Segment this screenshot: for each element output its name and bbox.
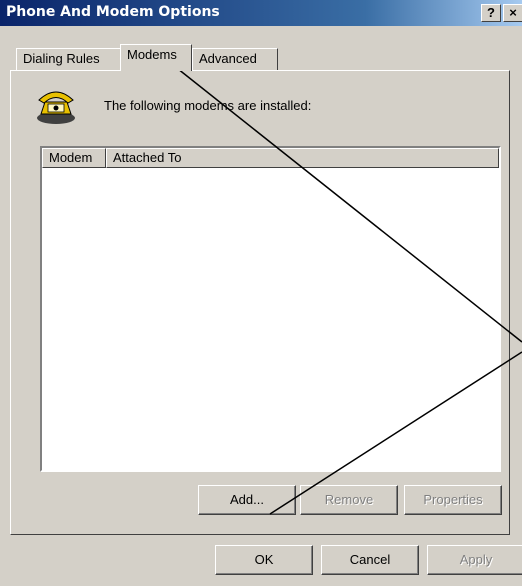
ok-button[interactable]: OK: [215, 545, 313, 575]
tab-modems[interactable]: Modems: [120, 44, 192, 71]
properties-button[interactable]: Properties: [404, 485, 502, 515]
help-button[interactable]: ?: [481, 4, 501, 22]
window-title: Phone And Modem Options: [6, 4, 220, 20]
tab-advanced[interactable]: Advanced: [192, 48, 278, 70]
title-bar[interactable]: Phone And Modem Options ? ×: [0, 0, 522, 26]
telephone-icon: [35, 86, 77, 126]
phone-and-modem-options-dialog: Phone And Modem Options ? × Dialing Rule…: [0, 0, 522, 586]
column-header-modem[interactable]: Modem: [42, 148, 106, 168]
remove-button[interactable]: Remove: [300, 485, 398, 515]
modems-list[interactable]: Modem Attached To: [40, 146, 501, 472]
add-button[interactable]: Add...: [198, 485, 296, 515]
column-header-attached-to[interactable]: Attached To: [106, 148, 499, 168]
close-button[interactable]: ×: [503, 4, 522, 22]
installed-modems-label: The following modems are installed:: [104, 98, 312, 113]
apply-button[interactable]: Apply: [427, 545, 522, 575]
tab-dialing-rules[interactable]: Dialing Rules: [16, 48, 122, 70]
cancel-button[interactable]: Cancel: [321, 545, 419, 575]
